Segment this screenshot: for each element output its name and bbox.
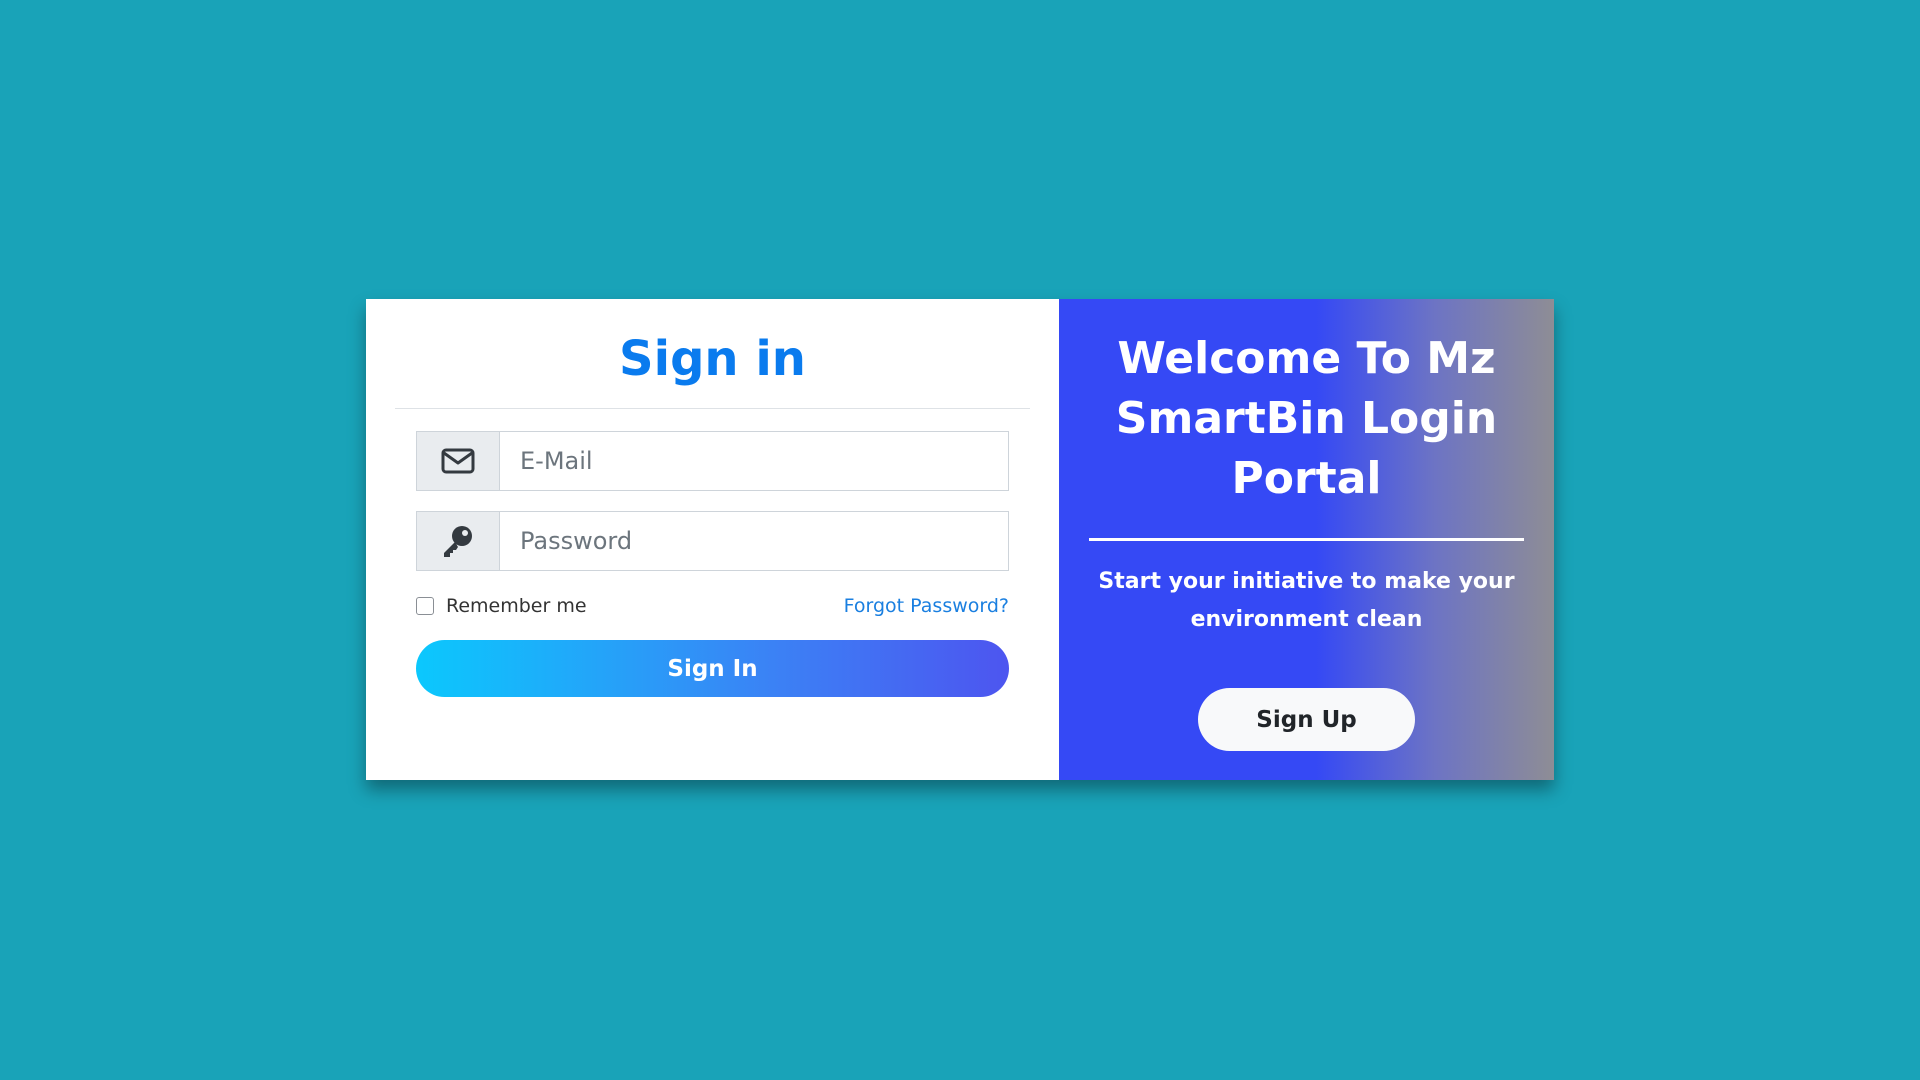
sign-up-button[interactable]: Sign Up bbox=[1198, 688, 1415, 751]
welcome-panel: Welcome To Mz SmartBin Login Portal Star… bbox=[1059, 299, 1554, 780]
password-field[interactable] bbox=[500, 512, 1008, 570]
remember-row: Remember me Forgot Password? bbox=[416, 593, 1009, 619]
remember-label: Remember me bbox=[446, 595, 587, 617]
remember-me: Remember me bbox=[416, 595, 587, 617]
signin-title: Sign in bbox=[619, 331, 806, 387]
email-input-group bbox=[416, 431, 1009, 491]
login-card: Sign in Re bbox=[366, 299, 1554, 780]
sign-in-button[interactable]: Sign In bbox=[416, 640, 1009, 697]
email-field[interactable] bbox=[500, 432, 1008, 490]
welcome-tagline: Start your initiative to make your envir… bbox=[1098, 569, 1515, 632]
envelope-icon bbox=[417, 432, 500, 490]
remember-checkbox[interactable] bbox=[416, 597, 434, 615]
forgot-password-link[interactable]: Forgot Password? bbox=[844, 595, 1009, 617]
welcome-title: Welcome To Mz SmartBin Login Portal bbox=[1115, 333, 1498, 504]
welcome-divider bbox=[1089, 538, 1524, 541]
key-icon bbox=[417, 512, 500, 570]
password-input-group bbox=[416, 511, 1009, 571]
signin-panel: Sign in Re bbox=[366, 299, 1059, 780]
title-divider bbox=[395, 408, 1030, 409]
